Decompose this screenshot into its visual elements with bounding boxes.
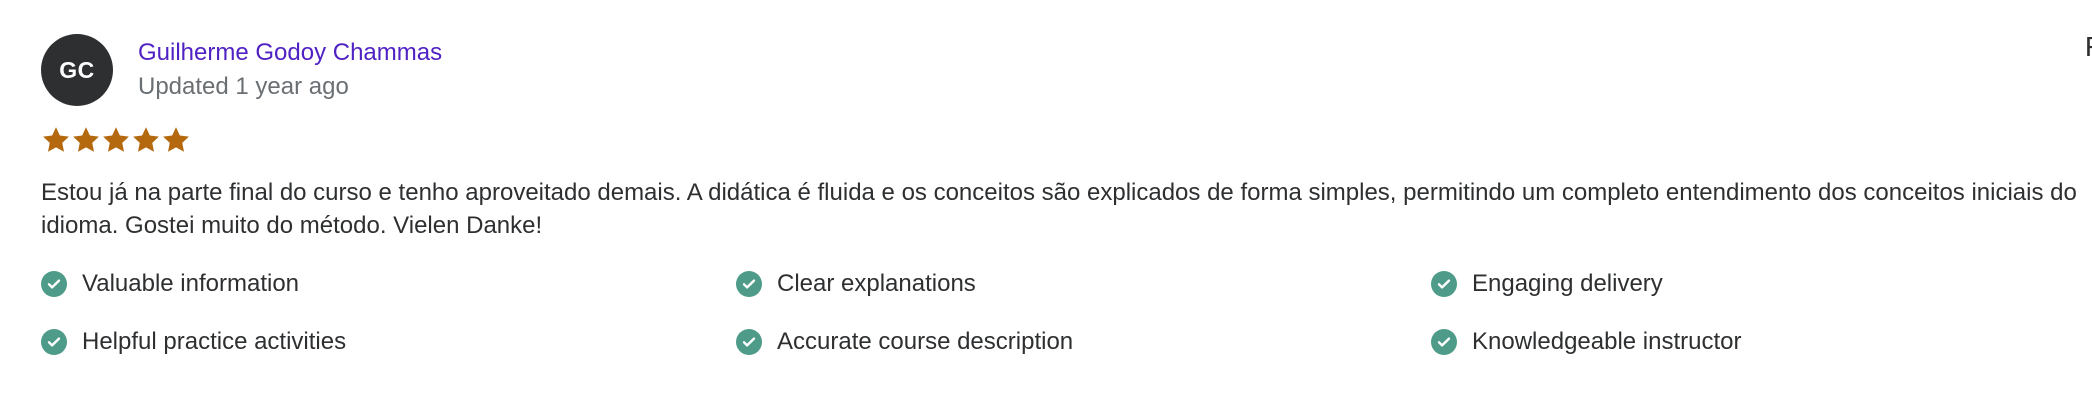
star-icon: [131, 125, 161, 155]
review-tags: Valuable information Clear explanations …: [41, 266, 2092, 360]
tag-label: Helpful practice activities: [82, 328, 347, 355]
avatar: GC: [41, 34, 113, 106]
review-card: GC Guilherme Godoy Chammas Updated 1 yea…: [41, 34, 2092, 360]
tag-item: Knowledgeable instructor: [1431, 324, 2092, 360]
star-icon: [161, 125, 191, 155]
reviewer-meta: Guilherme Godoy Chammas Updated 1 year a…: [138, 36, 442, 104]
tag-item: Engaging delivery: [1431, 266, 2092, 302]
check-circle-icon: [736, 271, 762, 297]
tag-label: Knowledgeable instructor: [1472, 328, 1742, 355]
review-header: GC Guilherme Godoy Chammas Updated 1 yea…: [41, 34, 2092, 106]
tag-label: Engaging delivery: [1472, 270, 1663, 297]
tag-item: Helpful practice activities: [41, 324, 736, 360]
reviewer-name-link[interactable]: Guilherme Godoy Chammas: [138, 36, 442, 70]
star-icon: [41, 125, 71, 155]
star-icon: [71, 125, 101, 155]
check-circle-icon: [1431, 329, 1457, 355]
check-circle-icon: [41, 271, 67, 297]
check-circle-icon: [1431, 271, 1457, 297]
tag-label: Clear explanations: [777, 270, 976, 297]
star-rating: [41, 124, 2092, 156]
updated-timestamp: Updated 1 year ago: [138, 73, 349, 100]
tag-item: Accurate course description: [736, 324, 1431, 360]
check-circle-icon: [736, 329, 762, 355]
tag-label: Valuable information: [82, 270, 300, 297]
tag-item: Valuable information: [41, 266, 736, 302]
tag-item: Clear explanations: [736, 266, 1431, 302]
tag-label: Accurate course description: [777, 328, 1074, 355]
truncated-edge-text: F: [2085, 30, 2092, 64]
check-circle-icon: [41, 329, 67, 355]
review-comment: Estou já na parte final do curso e tenho…: [41, 179, 2077, 239]
star-icon: [101, 125, 131, 155]
